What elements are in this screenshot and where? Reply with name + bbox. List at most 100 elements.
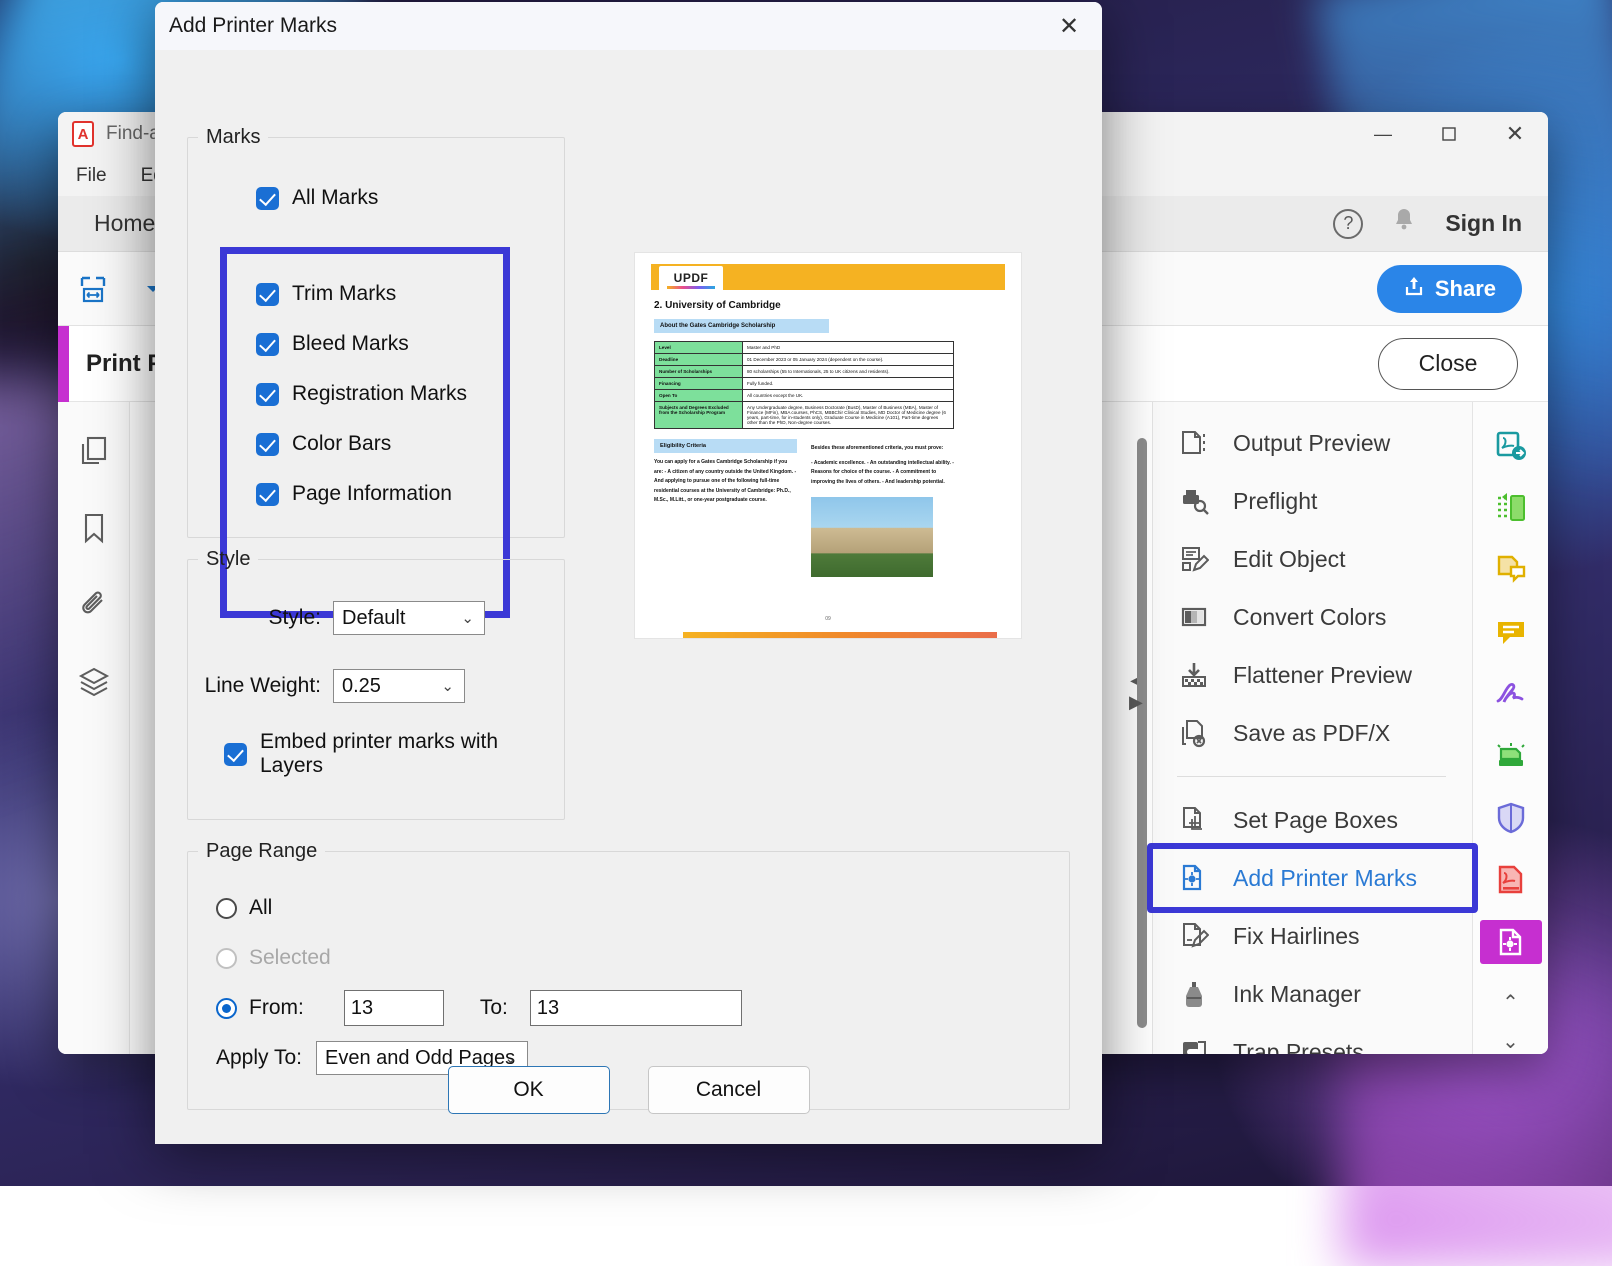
comment-page-icon[interactable] [1480,548,1542,592]
redact-pdf-icon[interactable] [1480,858,1542,902]
checkbox-color-bars[interactable] [256,433,279,456]
checkbox-row-color-bars[interactable]: Color Bars [188,419,564,469]
panel-item-label: Save as PDF/X [1233,720,1390,747]
table-row: Level Master and PhD [655,342,953,354]
preview-right-column: Besides these aforementioned criteria, y… [811,439,954,577]
scroll-down-icon[interactable]: ⌄ [1502,1029,1519,1054]
panel-item-output-preview[interactable]: Output Preview [1153,414,1472,472]
bookmark-icon[interactable] [77,511,111,550]
checkbox-label: Color Bars [292,432,391,456]
table-cell-key: Subjects and Degrees Excluded from the S… [655,402,743,428]
checkbox-embed-printer-marks[interactable] [224,743,247,766]
table-cell-key: Number of Scholarships [655,366,743,377]
panel-item-flattener-preview[interactable]: Flattener Preview [1153,646,1472,704]
menu-item-file[interactable]: File [76,165,107,187]
checkbox-page-information[interactable] [256,483,279,506]
minimize-button[interactable]: — [1350,112,1416,156]
maximize-button[interactable] [1416,112,1482,156]
comment-bubble-icon[interactable] [1480,610,1542,654]
panel-item-ink-manager[interactable]: Ink Manager [1153,965,1472,1023]
print-production-panel: ▶ Output Preview Preflight [1152,402,1548,1054]
organize-pages-icon[interactable] [1480,486,1542,530]
to-page-input[interactable]: 13 [530,990,742,1026]
convert-colors-icon [1177,600,1211,634]
cancel-button[interactable]: Cancel [648,1066,810,1114]
checkbox-row-registration-marks[interactable]: Registration Marks [188,369,564,419]
protect-shield-icon[interactable] [1480,796,1542,840]
radio-label: Selected [249,946,331,970]
panel-item-save-as-pdfx[interactable]: Save as PDF/X [1153,704,1472,762]
table-cell-value: Fully funded. [743,378,953,389]
checkbox-row-embed-layers[interactable]: Embed printer marks with Layers [188,729,564,779]
layers-icon[interactable] [77,665,111,704]
panel-item-set-page-boxes[interactable]: Set Page Boxes [1153,791,1472,849]
line-weight-select-value: 0.25 [342,675,381,698]
panel-item-edit-object[interactable]: Edit Object [1153,530,1472,588]
close-panel-button[interactable]: Close [1378,338,1518,390]
bell-icon[interactable] [1391,206,1417,241]
preview-page: UPDF 2. University of Cambridge About th… [635,253,1021,638]
sign-in-button[interactable]: Sign In [1445,210,1522,237]
panel-item-add-printer-marks[interactable]: Add Printer Marks [1153,849,1472,907]
dialog-close-icon[interactable]: ✕ [1046,8,1092,44]
checkbox-row-page-information[interactable]: Page Information [188,469,564,519]
checkbox-label: Page Information [292,482,452,506]
checkbox-all-marks[interactable] [256,187,279,210]
fill-and-sign-icon[interactable] [1480,672,1542,716]
help-icon[interactable]: ? [1333,209,1363,239]
from-page-input[interactable]: 13 [344,990,444,1026]
line-weight-select[interactable]: 0.25 ⌄ [333,669,465,703]
trap-presets-icon [1177,1035,1211,1054]
share-button[interactable]: Share [1377,265,1522,313]
checkbox-row-bleed-marks[interactable]: Bleed Marks [188,319,564,369]
add-printer-marks-dialog: Add Printer Marks ✕ Marks All Marks Trim… [155,2,1102,1144]
ok-button[interactable]: OK [448,1066,610,1114]
edit-object-icon [1177,542,1211,576]
checkbox-label: Bleed Marks [292,332,409,356]
scan-ocr-icon[interactable] [1480,734,1542,778]
radio-all[interactable] [216,898,237,919]
output-preview-icon [1177,426,1211,460]
panel-item-label: Ink Manager [1233,981,1361,1008]
preview-footer-band [683,632,997,638]
fix-hairlines-icon [1177,919,1211,953]
panel-item-label: Convert Colors [1233,604,1386,631]
chevron-down-icon: ⌄ [504,1049,517,1067]
panel-item-trap-presets[interactable]: Trap Presets [1153,1023,1472,1054]
style-select-value: Default [342,607,405,630]
close-window-button[interactable]: ✕ [1482,112,1548,156]
panel-item-convert-colors[interactable]: Convert Colors [1153,588,1472,646]
checkbox-bleed-marks[interactable] [256,333,279,356]
pdf-file-icon: A [72,121,94,147]
preflight-icon [1177,484,1211,518]
print-production-icon[interactable] [1480,920,1542,964]
style-field-row: Style: Default ⌄ [188,593,564,643]
pages-icon[interactable] [77,434,111,473]
panel-item-preflight[interactable]: Preflight [1153,472,1472,530]
checkbox-row-all-marks[interactable]: All Marks [188,173,564,223]
preview-left-chip: Eligibility Criteria [654,439,797,453]
preview-table: Level Master and PhD Deadline 01 Decembe… [654,341,954,429]
attachment-icon[interactable] [77,588,111,627]
collapse-right-icon[interactable]: ▶ [1129,692,1143,713]
document-preview: UPDF 2. University of Cambridge About th… [635,253,1021,638]
radio-row-all[interactable]: All [188,883,1069,933]
checkbox-label: Registration Marks [292,382,467,406]
radio-row-from[interactable]: From: 13 To: 13 [188,983,1069,1033]
radio-from[interactable] [216,998,237,1019]
panel-scrollbar[interactable] [1137,438,1147,1028]
preview-right-head: Besides these aforementioned criteria, y… [811,444,954,454]
checkbox-row-trim-marks[interactable]: Trim Marks [188,269,564,319]
panel-item-fix-hairlines[interactable]: Fix Hairlines [1153,907,1472,965]
checkbox-registration-marks[interactable] [256,383,279,406]
style-select[interactable]: Default ⌄ [333,601,485,635]
scroll-up-icon[interactable]: ⌃ [1502,990,1519,1015]
table-cell-key: Deadline [655,354,743,365]
export-pdf-icon[interactable] [1480,424,1542,468]
preview-chip: About the Gates Cambridge Scholarship [654,319,829,333]
panel-divider [1177,776,1446,777]
page-fit-icon[interactable] [76,272,110,306]
checkbox-trim-marks[interactable] [256,283,279,306]
table-cell-value: Any Undergraduate degree, Business Docto… [743,402,953,428]
save-as-pdfx-icon [1177,716,1211,750]
